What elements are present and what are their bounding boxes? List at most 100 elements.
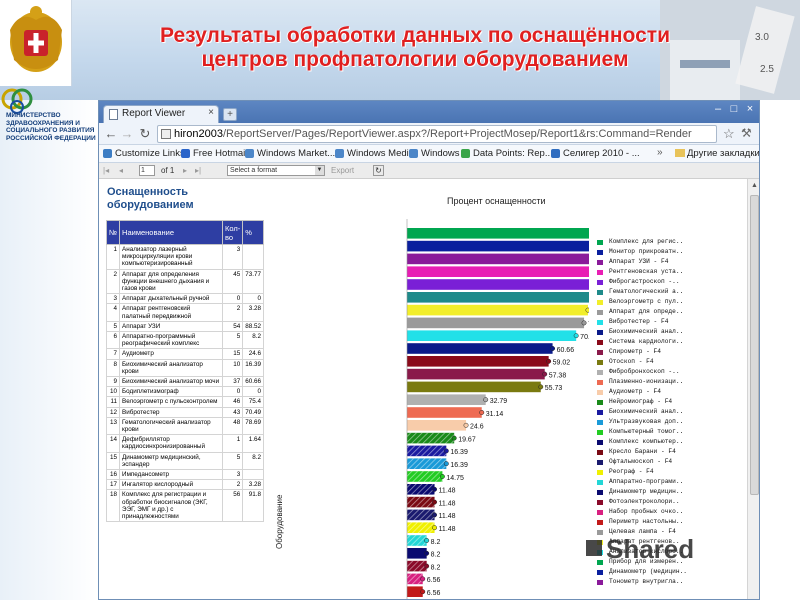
chart-bar-marker (420, 589, 426, 595)
chart-bar-marker (432, 512, 438, 518)
legend-item: Кресло Барани - F4 (595, 447, 737, 457)
chart-data-label: 57.38 (549, 372, 567, 379)
chart-bar (407, 548, 427, 559)
bookmark-label: Windows Market... (257, 148, 336, 159)
cell-name: Биохимический анализатор крови (119, 358, 223, 378)
legend-label: Комплекс для регис.. (609, 238, 684, 245)
export-format-select[interactable]: Select a format ▼ (227, 165, 325, 176)
cell-count: 5 (221, 451, 244, 471)
chart-data-label: 14.75 (446, 475, 464, 482)
chart-bar (407, 343, 553, 354)
wrench-icon[interactable]: ⚒ (741, 126, 752, 140)
bookmark-windows-market[interactable]: Windows Market... (245, 148, 335, 159)
legend-item: Аудиометр - F4 (595, 387, 737, 397)
prev-page-icon[interactable]: ◂ (119, 166, 123, 175)
back-icon[interactable]: ← (103, 126, 119, 142)
legend-item: Компьютерный томог.. (595, 427, 737, 437)
table-row: 9 Биохимический анализатор мочи 37 60.66 (105, 376, 264, 388)
legend-item: Реограф - F4 (595, 467, 737, 477)
chart-bar-marker (546, 358, 552, 364)
new-tab-button[interactable]: + (223, 108, 237, 121)
chevron-down-icon: ▼ (315, 166, 324, 175)
legend-swatch (597, 580, 603, 585)
legend-label: Набор пробных очко.. (609, 508, 684, 515)
bookmark-windows-media[interactable]: Windows Media (335, 148, 414, 159)
close-window-icon[interactable]: × (743, 103, 757, 117)
legend-item: Вибротестер - F4 (595, 317, 737, 327)
chart-bar-marker (432, 525, 438, 531)
legend-swatch (597, 470, 603, 475)
bookmark-free-hotmail[interactable]: Free Hotmail (181, 148, 247, 159)
legend-swatch (597, 440, 603, 445)
legend-label: Биохимический анал.. (609, 408, 684, 415)
chart-bar-marker (483, 397, 489, 403)
chart-bar-marker (432, 499, 438, 505)
export-link[interactable]: Export (331, 166, 354, 175)
bookmark-seliger[interactable]: Селигер 2010 - ... (551, 148, 640, 159)
legend-item: Фиброгастроскоп -.. (595, 277, 737, 287)
forward-icon[interactable]: → (119, 126, 135, 142)
last-page-icon[interactable]: ▸| (195, 166, 201, 175)
page-icon (109, 109, 118, 120)
maximize-icon[interactable]: □ (727, 103, 741, 117)
bookmark-label: Data Points: Rep... (473, 148, 553, 159)
eagle-emblem-icon (10, 6, 62, 72)
legend-label: Комплекс компьютер.. (609, 438, 684, 445)
legend-item: Плазменно-ионизаци.. (595, 377, 737, 387)
cell-count: 48 (221, 416, 244, 436)
cell-percent: 16.39 (242, 358, 264, 378)
legend-item: Динамометр медицин.. (595, 487, 737, 497)
legend-swatch (597, 480, 603, 485)
legend-swatch (597, 530, 603, 535)
chart-data-label: 6.56 (427, 590, 441, 597)
chart-bar (407, 304, 588, 316)
reload-icon[interactable]: ↻ (137, 126, 153, 142)
bookmark-windows[interactable]: Windows (409, 148, 460, 159)
address-bar[interactable]: hiron2003/ReportServer/Pages/ReportViewe… (157, 125, 717, 143)
table-row: 10 Бодиплетизмограф 0 0 (105, 386, 264, 398)
cell-name: Дефибриллятор кардиосинхронизированный (119, 434, 223, 453)
bookmark-data-points[interactable]: Data Points: Rep... (461, 148, 553, 159)
chart-bar (407, 317, 585, 329)
legend-swatch (597, 430, 603, 435)
chart-bar-marker (573, 333, 579, 339)
scrollbar-thumb[interactable] (750, 195, 759, 495)
chart-bar-hatch (407, 458, 447, 469)
legend-label: Аппарат для опреде.. (609, 308, 684, 315)
page-number-input[interactable]: 1 (139, 165, 155, 176)
table-row: 3 Аппарат дыхательный ручной 0 0 (105, 293, 264, 305)
chart-bar-marker (585, 307, 589, 313)
chart-bar-hatch (407, 560, 427, 572)
equipment-table: № Наименование Кол-во % 1 Анализатор лазе… (105, 220, 264, 523)
cell-number: 17 (105, 479, 121, 491)
bookmark-star-icon[interactable]: ☆ (723, 126, 735, 142)
format-select-value: Select a format (230, 167, 278, 174)
legend-swatch (597, 570, 603, 575)
close-tab-icon[interactable]: × (208, 107, 214, 118)
chart-data-label: 8.2 (431, 539, 441, 546)
bookmark-customize-links[interactable]: Customize Links (103, 148, 185, 159)
first-page-icon[interactable]: |◂ (103, 166, 109, 175)
chart-bar-marker (443, 448, 449, 454)
scroll-up-icon[interactable]: ▲ (750, 181, 759, 190)
cell-percent: 0 (242, 293, 264, 305)
column-header-name: Наименование (119, 220, 223, 245)
legend-item: Система кардиологи.. (595, 337, 737, 347)
legend-swatch (597, 280, 603, 285)
refresh-report-icon[interactable]: ↻ (373, 165, 384, 176)
tab-report-viewer[interactable]: Report Viewer × (103, 105, 219, 123)
legend-item: Отоскоп - F4 (595, 357, 737, 367)
ministry-name: МИНИСТЕРСТВО ЗДРАВООХРАНЕНИЯ И СОЦИАЛЬНО… (6, 112, 96, 142)
minimize-icon[interactable]: – (711, 103, 725, 117)
cell-count: 5 (221, 331, 244, 350)
legend-label: Плазменно-ионизаци.. (609, 378, 684, 385)
vertical-scrollbar[interactable]: ▲ (747, 179, 759, 599)
chart-bar (407, 407, 482, 418)
chart-bar-marker (581, 320, 587, 326)
other-bookmarks-folder[interactable]: Другие закладки (675, 148, 759, 159)
next-page-icon[interactable]: ▸ (183, 166, 187, 175)
chart-data-label: 70.49 (580, 334, 589, 341)
more-bookmarks-icon[interactable]: » (657, 147, 663, 158)
cell-name: Велоэргометр с пульсконтролем (119, 396, 223, 408)
page-icon (245, 149, 254, 158)
